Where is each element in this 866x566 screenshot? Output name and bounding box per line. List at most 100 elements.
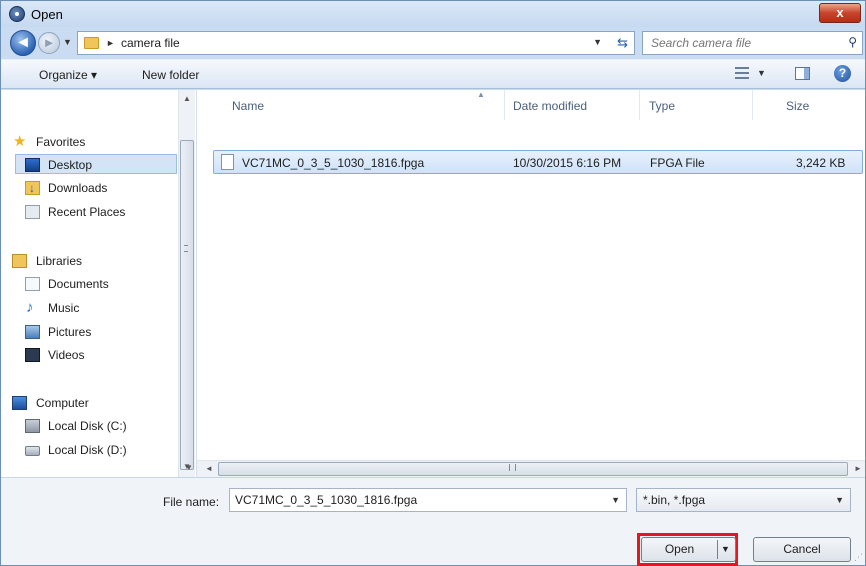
- sidebar-item-music[interactable]: ♪ Music: [1, 298, 177, 318]
- column-name[interactable]: Name: [232, 99, 264, 113]
- scrollbar-grip: [509, 464, 516, 471]
- new-folder-button[interactable]: New folder: [142, 68, 199, 82]
- scrollbar-thumb[interactable]: [180, 140, 194, 470]
- documents-icon: [25, 277, 40, 291]
- search-icon[interactable]: ⚲: [848, 35, 857, 49]
- sidebar-item-label: Videos: [48, 348, 85, 362]
- sidebar-item-label: Desktop: [48, 158, 93, 172]
- star-icon: ★: [13, 133, 27, 150]
- file-name-input[interactable]: [230, 489, 600, 511]
- sidebar-item-label: Local Disk (C:): [48, 419, 127, 433]
- split-divider: [717, 540, 718, 559]
- downloads-icon: [25, 178, 40, 198]
- sidebar-item-label: Local Disk (D:): [48, 443, 127, 457]
- folder-icon: [84, 37, 99, 49]
- address-bar[interactable]: ► camera file ▼ ⇆: [77, 31, 635, 55]
- sidebar-item-label: Libraries: [36, 254, 83, 268]
- file-size: 3,242 KB: [796, 156, 846, 170]
- back-button[interactable]: ◄: [10, 30, 36, 56]
- sidebar-item-recent-places[interactable]: Recent Places: [1, 202, 177, 222]
- sidebar-item-pictures[interactable]: Pictures: [1, 322, 177, 342]
- open-options-dropdown-icon[interactable]: ▼: [721, 538, 730, 561]
- column-size[interactable]: Size: [786, 99, 809, 113]
- title-bar[interactable]: Open x: [1, 1, 865, 27]
- sidebar-item-label: Documents: [48, 277, 109, 291]
- dialog-footer: File name: ▼ *.bin, *.fpga ▼ Open ▼ Canc…: [1, 477, 865, 566]
- file-name-label: File name:: [163, 495, 220, 509]
- navigation-pane: ★ Favorites Desktop Downloads Recent Pla…: [1, 90, 197, 477]
- file-icon: [221, 154, 234, 170]
- address-dropdown-icon[interactable]: ▼: [593, 37, 602, 47]
- sidebar-item-downloads[interactable]: Downloads: [1, 178, 177, 198]
- search-box[interactable]: ⚲: [642, 31, 863, 55]
- open-dialog: Open x ◄ ► ▼ ► camera file ▼ ⇆ ⚲ Organiz…: [0, 0, 866, 566]
- close-button[interactable]: x: [819, 3, 861, 23]
- open-button[interactable]: Open ▼: [641, 537, 736, 562]
- sort-ascending-icon: ▲: [477, 90, 485, 99]
- column-date-modified[interactable]: Date modified: [513, 99, 587, 113]
- sidebar-item-documents[interactable]: Documents: [1, 274, 177, 294]
- search-input[interactable]: [643, 32, 833, 54]
- disk-icon: [25, 446, 40, 456]
- horizontal-scrollbar[interactable]: ◄ ►: [197, 460, 865, 477]
- file-date: 10/30/2015 6:16 PM: [513, 156, 622, 170]
- dialog-title: Open: [31, 7, 63, 22]
- preview-pane-icon[interactable]: [795, 67, 810, 80]
- sidebar-item-favorites[interactable]: ★ Favorites: [1, 132, 177, 152]
- change-view-icon[interactable]: [735, 67, 749, 79]
- column-type[interactable]: Type: [649, 99, 675, 113]
- disk-icon: [25, 419, 40, 433]
- column-divider[interactable]: [504, 90, 505, 120]
- music-icon: ♪: [26, 299, 34, 316]
- pictures-icon: [25, 325, 40, 339]
- breadcrumb-camera-file[interactable]: camera file: [121, 36, 180, 50]
- sidebar-item-local-disk-d[interactable]: Local Disk (D:): [1, 440, 177, 460]
- file-type-value: *.bin, *.fpga: [643, 493, 706, 507]
- libraries-icon: [12, 254, 27, 268]
- history-dropdown-icon[interactable]: ▼: [63, 37, 72, 47]
- navigation-scrollbar[interactable]: ▲ ▼: [178, 90, 195, 477]
- table-row[interactable]: VC71MC_0_3_5_1030_1816.fpga 10/30/2015 6…: [213, 150, 863, 174]
- sidebar-item-desktop[interactable]: Desktop: [15, 154, 177, 174]
- file-list: ▲ Name Date modified Type Size VC71MC_0_…: [197, 90, 865, 477]
- desktop-icon: [25, 158, 40, 172]
- computer-icon: [12, 396, 27, 410]
- app-icon: [9, 6, 25, 22]
- scrollbar-grip: [184, 245, 188, 252]
- view-dropdown-icon[interactable]: ▼: [757, 68, 766, 78]
- forward-button[interactable]: ►: [38, 32, 60, 54]
- resize-grip-icon[interactable]: ⋰: [854, 552, 863, 563]
- file-type: FPGA File: [650, 156, 705, 170]
- file-type-dropdown-icon[interactable]: ▼: [835, 495, 844, 505]
- scroll-right-icon[interactable]: ►: [854, 464, 862, 473]
- navigation-bar: ◄ ► ▼ ► camera file ▼ ⇆ ⚲: [1, 27, 865, 59]
- scrollbar-thumb[interactable]: [218, 462, 848, 476]
- file-name-combobox[interactable]: ▼: [229, 488, 627, 512]
- scroll-down-icon[interactable]: ▼: [185, 463, 193, 472]
- scroll-up-icon[interactable]: ▲: [183, 94, 191, 103]
- cancel-button[interactable]: Cancel: [753, 537, 851, 562]
- column-divider[interactable]: [639, 90, 640, 120]
- toolbar: Organize ▾ New folder ▼ ?: [1, 59, 865, 89]
- help-icon[interactable]: ?: [834, 65, 851, 82]
- videos-icon: [25, 348, 40, 362]
- sidebar-item-label: Favorites: [36, 135, 86, 149]
- file-name-dropdown-icon[interactable]: ▼: [611, 495, 620, 505]
- recent-places-icon: [25, 205, 40, 219]
- sidebar-item-videos[interactable]: Videos: [1, 345, 177, 365]
- file-type-select[interactable]: *.bin, *.fpga ▼: [636, 488, 851, 512]
- sidebar-item-libraries[interactable]: Libraries: [1, 251, 177, 271]
- organize-button[interactable]: Organize ▾: [39, 68, 97, 82]
- breadcrumb-chevron-icon[interactable]: ►: [106, 35, 115, 51]
- open-button-highlight: Open ▼: [637, 533, 738, 566]
- sidebar-item-label: Computer: [36, 396, 89, 410]
- sidebar-item-label: Downloads: [48, 181, 108, 195]
- sidebar-item-computer[interactable]: Computer: [1, 393, 177, 413]
- column-header-row: ▲ Name Date modified Type Size: [197, 90, 865, 120]
- sidebar-item-label: Music: [48, 301, 80, 315]
- refresh-icon[interactable]: ⇆: [617, 35, 628, 51]
- sidebar-item-label: Pictures: [48, 325, 92, 339]
- column-divider[interactable]: [752, 90, 753, 120]
- sidebar-item-local-disk-c[interactable]: Local Disk (C:): [1, 416, 177, 436]
- scroll-left-icon[interactable]: ◄: [205, 464, 213, 473]
